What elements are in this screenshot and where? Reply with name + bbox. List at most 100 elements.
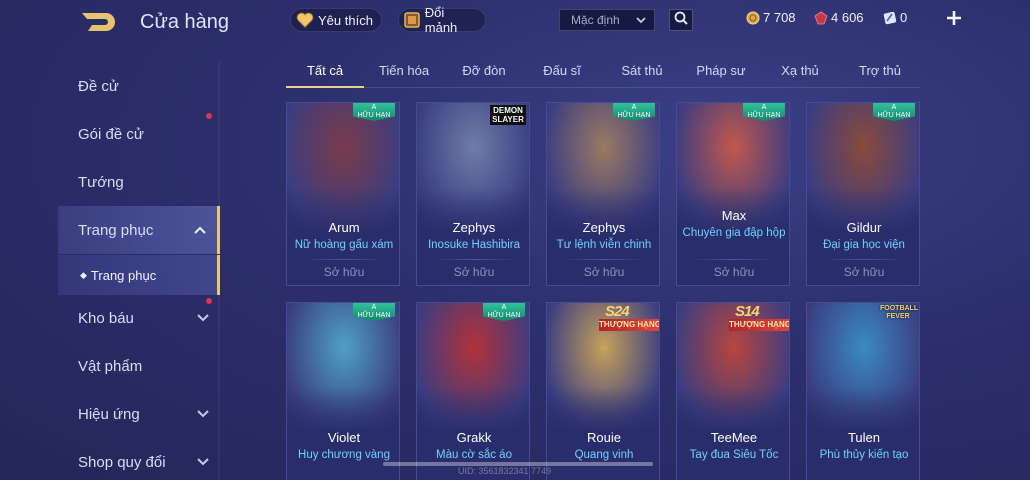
skin-name: Tay đua Siêu Tốc: [689, 449, 779, 461]
category-tabs: Tất cả Tiến hóa Đỡ đòn Đấu sĩ Sát thủ Ph…: [286, 60, 920, 88]
sidebar-subitem-label: Trang phục: [90, 267, 157, 283]
top-bar: Cửa hàng Yêu thích Đổi mảnh Mặc định 7 7…: [0, 0, 1030, 44]
hero-name: Gildur: [846, 220, 882, 235]
owned-label: Sở hữu: [713, 265, 755, 279]
skin-card[interactable]: FOOTBALL FEVER Tulen Phù thủy kiến tạo: [806, 302, 920, 480]
shard-label: Đổi mảnh: [424, 5, 458, 35]
skin-name: Quang vinh: [574, 449, 634, 461]
chevron-down-icon: [196, 455, 210, 472]
hero-name: Violet: [327, 430, 361, 445]
gold-currency: 7 708: [746, 10, 796, 25]
skin-name: Inosuke Hashibira: [427, 239, 521, 251]
active-tab-indicator: [286, 86, 364, 88]
tab-label: Đỡ đòn: [462, 63, 506, 78]
skin-name: Đại gia học viện: [823, 239, 905, 251]
sidebar-item-heroes[interactable]: Tướng: [58, 158, 220, 206]
tab-label: Sát thủ: [621, 63, 663, 78]
tab-marksman[interactable]: Xạ thủ: [766, 63, 834, 78]
favorite-label: Yêu thích: [318, 12, 373, 28]
sidebar-item-label: Trang phục: [78, 221, 154, 239]
tab-mage[interactable]: Pháp sư: [686, 63, 756, 78]
skin-name: Huy chương vàng: [298, 449, 390, 461]
collab-badge: FOOTBALL FEVER: [880, 305, 919, 320]
owned-label: Sở hữu: [583, 265, 625, 279]
page-title: Cửa hàng: [140, 11, 230, 33]
chevron-down-icon: [196, 311, 210, 328]
ticket-amount: 0: [900, 10, 908, 25]
tab-label: Tiến hóa: [378, 63, 430, 78]
sidebar-item-label: Shop quy đổi: [78, 453, 166, 471]
tab-label: Tất cả: [306, 63, 344, 78]
uid-watermark: UID: 3561832341 7749: [458, 466, 552, 476]
sidebar-item-items[interactable]: Vật phẩm: [58, 342, 220, 390]
sidebar-item-label: Đề cử: [78, 77, 119, 95]
tab-label: Đấu sĩ: [543, 63, 581, 78]
sidebar-item-treasure[interactable]: Kho báu: [58, 294, 220, 342]
tab-tank[interactable]: Đỡ đòn: [450, 63, 518, 78]
diamond-bullet-icon: ◆: [80, 269, 87, 280]
skin-card[interactable]: S24 THƯỢNG HẠNG Rouie Quang vinh: [546, 302, 660, 480]
back-icon[interactable]: [78, 10, 122, 34]
notification-dot: [206, 113, 212, 119]
search-icon: [673, 10, 689, 31]
skin-card[interactable]: A HỮU HẠN Gildur Đại gia học viện Sở hữu: [806, 102, 920, 286]
heart-icon: [295, 10, 315, 30]
collab-badge: DEMON SLAYER: [490, 105, 526, 125]
ruby-amount: 4 606: [831, 10, 864, 25]
skin-name: Màu cờ sắc áo: [436, 449, 512, 461]
skin-name: Nữ hoàng gấu xám: [294, 239, 394, 251]
sidebar-item-effects[interactable]: Hiệu ứng: [58, 390, 220, 438]
sidebar-item-label: Tướng: [78, 173, 124, 191]
skin-card[interactable]: S14 THƯỢNG HẠNG TeeMee Tay đua Siêu Tốc: [676, 302, 790, 480]
plus-icon[interactable]: [944, 8, 964, 28]
shard-exchange-button[interactable]: Đổi mảnh: [398, 5, 486, 35]
notification-dot: [206, 298, 212, 304]
hero-name: Zephys: [452, 220, 496, 235]
hero-name: Rouie: [587, 430, 621, 445]
tab-label: Xạ thủ: [781, 63, 819, 78]
sidebar-item-label: Vật phẩm: [78, 357, 143, 375]
chevron-down-icon: [196, 407, 210, 424]
sort-value: Mặc định: [571, 13, 620, 27]
season-badge: S24 THƯỢNG HẠNG: [599, 303, 660, 331]
skin-card[interactable]: A HỮU HẠN Zephys Tư lệnh viễn chinh Sở hữ…: [546, 102, 660, 286]
tab-label: Trợ thủ: [859, 63, 901, 78]
skin-name: Chuyên gia đập hộp: [682, 227, 786, 239]
tab-fighter[interactable]: Đấu sĩ: [528, 63, 596, 78]
skin-card[interactable]: A HỮU HẠN Max Chuyên gia đập hộp Sở hữu: [676, 102, 790, 286]
sidebar-item-label: Hiệu ứng: [78, 405, 140, 423]
sidebar-item-bundles[interactable]: Gói đề cử: [58, 110, 220, 158]
skin-card[interactable]: A HỮU HẠN Grakk Màu cờ sắc áo: [416, 302, 530, 480]
sort-dropdown[interactable]: Mặc định: [559, 9, 655, 31]
hero-name: Tulen: [847, 430, 881, 445]
skin-card[interactable]: A HỮU HẠN Arum Nữ hoàng gấu xám Sở hữu: [286, 102, 400, 286]
skin-card[interactable]: A HỮU HẠN Violet Huy chương vàng: [286, 302, 400, 480]
search-button[interactable]: [669, 9, 693, 31]
ruby-icon: [814, 11, 828, 25]
ticket-currency: 0: [883, 10, 907, 25]
voucher-icon: [883, 11, 897, 25]
hero-name: Zephys: [582, 220, 626, 235]
chevron-down-icon: [635, 14, 647, 29]
tab-all[interactable]: Tất cả: [286, 63, 364, 78]
sidebar-item-featured[interactable]: Đề cử: [58, 62, 220, 110]
owned-label: Sở hữu: [453, 265, 495, 279]
tab-assassin[interactable]: Sát thủ: [608, 63, 676, 78]
hero-name: Arum: [328, 220, 360, 235]
sidebar-item-skins[interactable]: Trang phục: [58, 206, 220, 254]
tab-label: Pháp sư: [696, 63, 746, 78]
sidebar-item-exchange-shop[interactable]: Shop quy đổi: [58, 438, 220, 480]
skin-name: Tư lệnh viễn chinh: [556, 239, 652, 251]
sidebar-item-label: Kho báu: [78, 309, 134, 327]
season-badge: S14 THƯỢNG HẠNG: [729, 303, 790, 331]
gold-coin-icon: [746, 11, 760, 25]
tab-support[interactable]: Trợ thủ: [846, 63, 914, 78]
favorite-button[interactable]: Yêu thích: [290, 8, 382, 32]
owned-label: Sở hữu: [323, 265, 365, 279]
skin-card[interactable]: DEMON SLAYER Zephys Inosuke Hashibira Sở…: [416, 102, 530, 286]
owned-label: Sở hữu: [843, 265, 885, 279]
skin-name: Phù thủy kiến tạo: [819, 449, 909, 461]
tab-evolution[interactable]: Tiến hóa: [370, 63, 438, 78]
chevron-up-icon: [193, 223, 207, 240]
sidebar-subitem-skins[interactable]: ◆ Trang phục: [58, 255, 220, 295]
